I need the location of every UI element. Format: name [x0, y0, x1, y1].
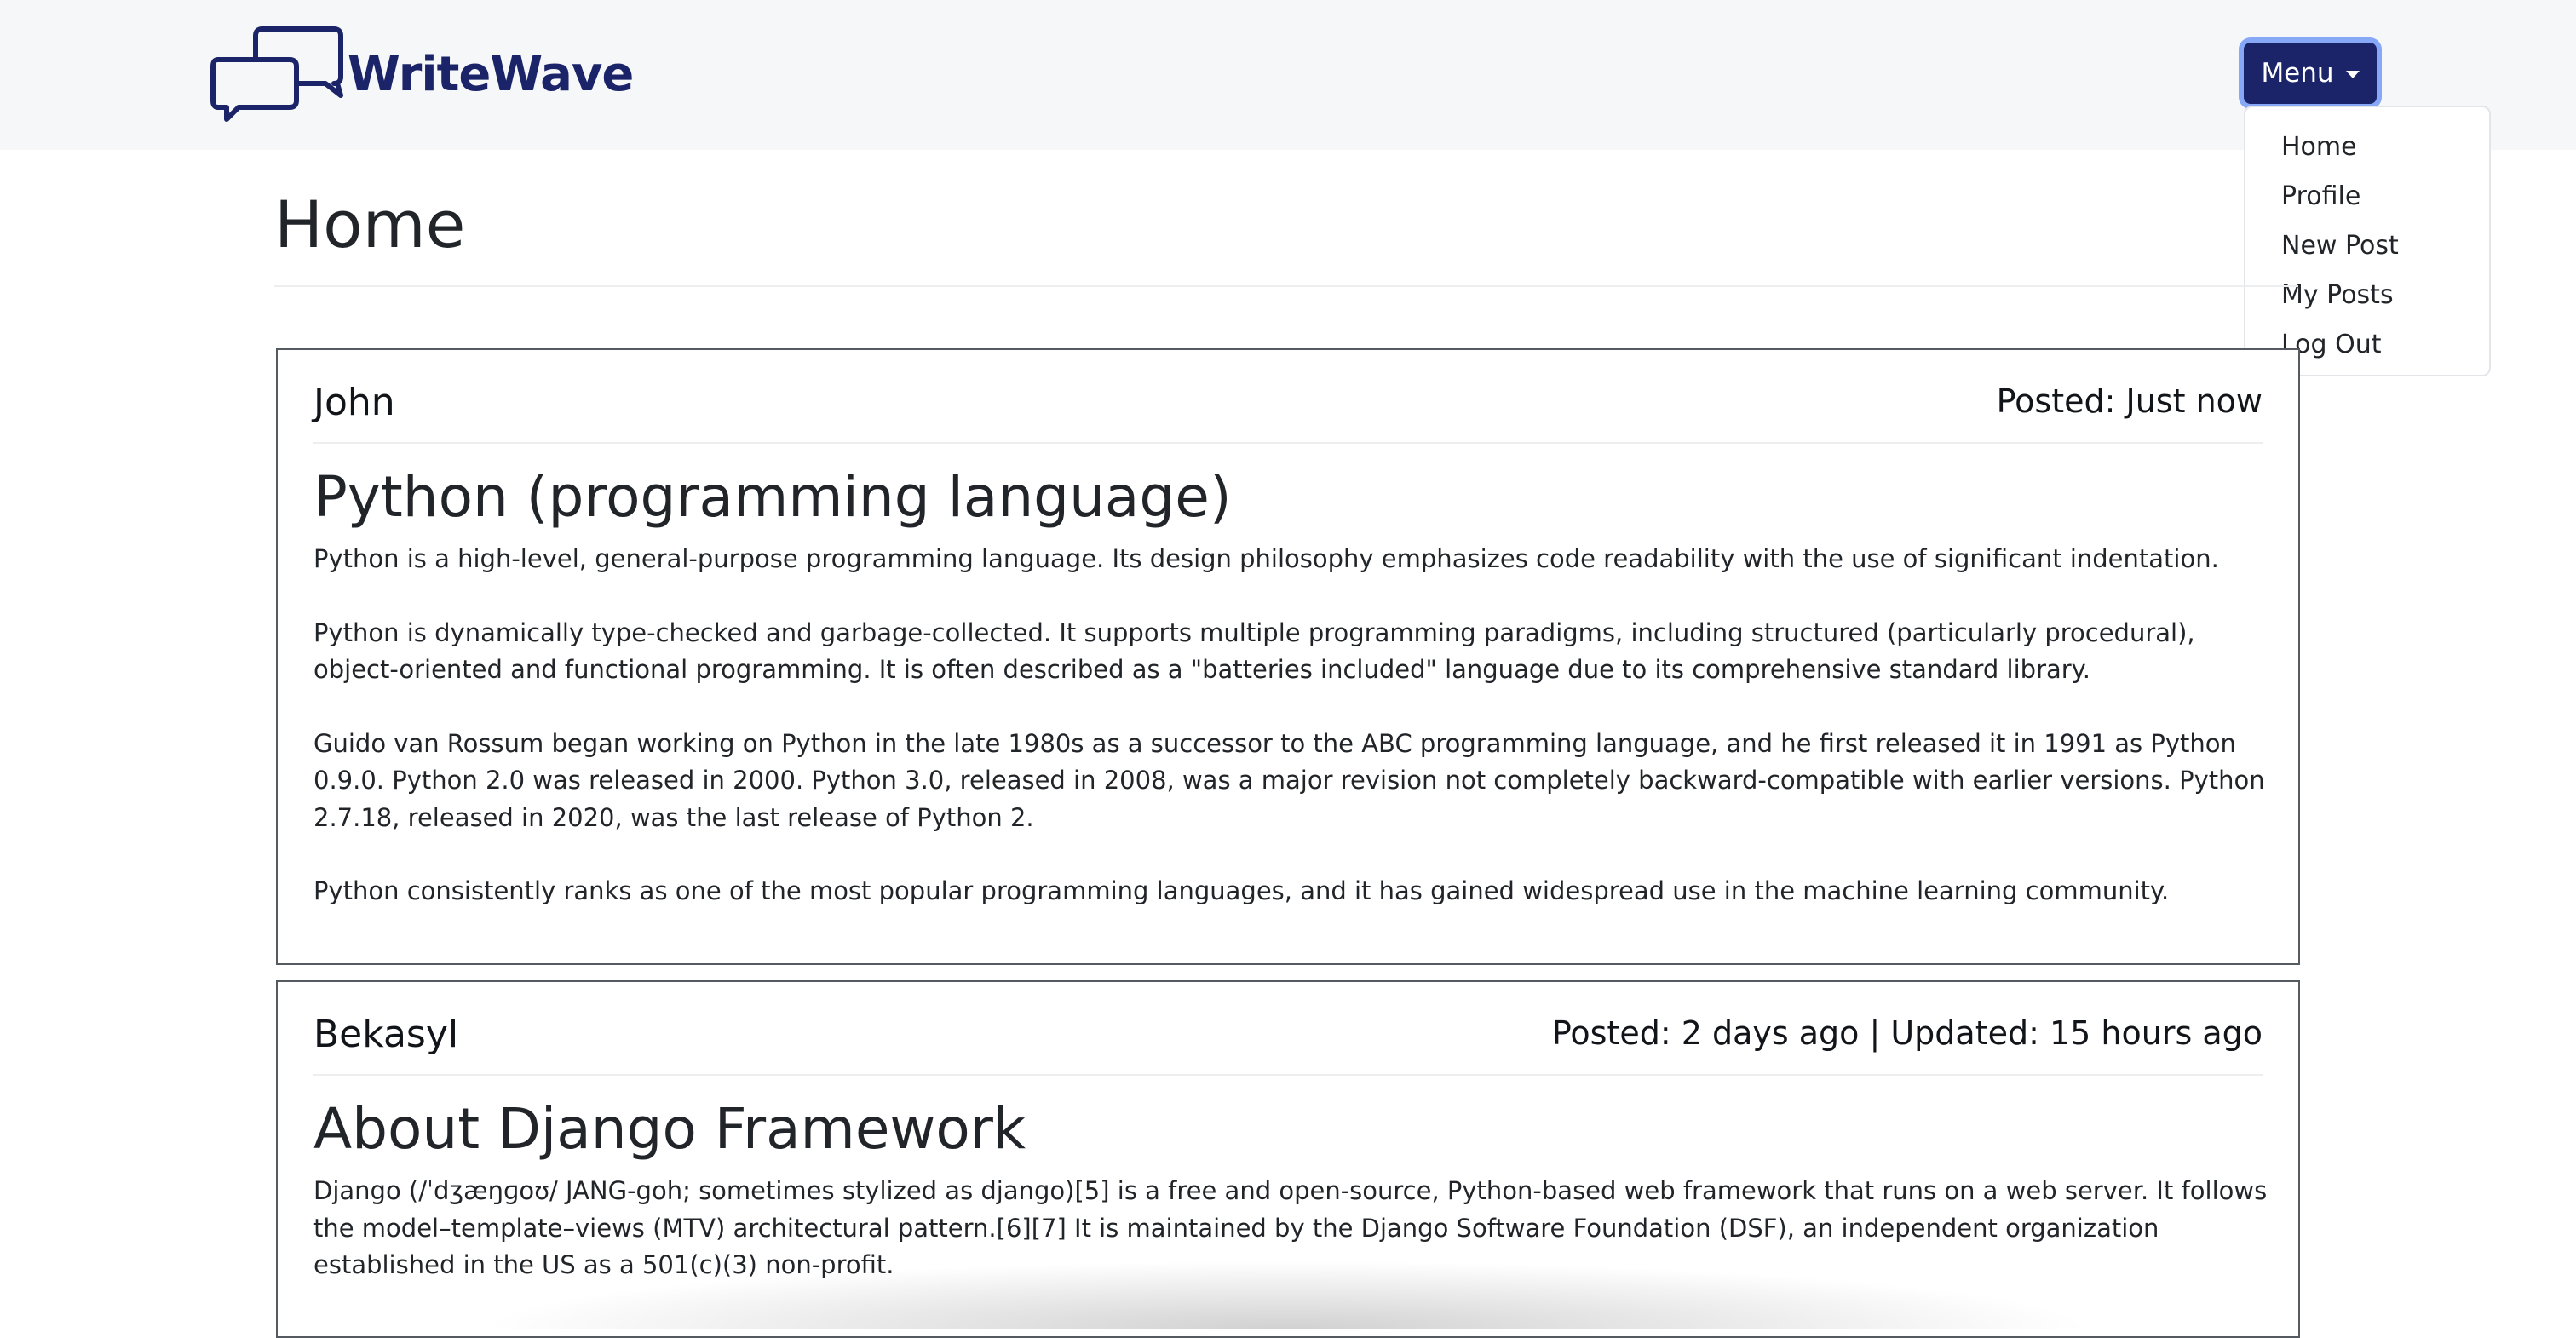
post-body: Python is a high-level, general-purpose … [313, 541, 2273, 947]
post-paragraph: Python is dynamically type-checked and g… [313, 617, 2195, 685]
post-title[interactable]: About Django Framework [313, 1091, 1026, 1168]
brand-name: WriteWave [348, 46, 634, 102]
caret-down-icon [2345, 70, 2360, 78]
brand-logo[interactable]: WriteWave [210, 24, 634, 124]
menu-button[interactable]: Menu [2244, 43, 2377, 104]
post-timestamp: Posted: Just now [1996, 382, 2263, 420]
title-divider [274, 285, 2298, 287]
post-header: Bekasyl Posted: 2 days ago | Updated: 15… [313, 982, 2263, 1076]
post-author[interactable]: Bekasyl [313, 1013, 458, 1056]
navbar: WriteWave Menu [0, 0, 2576, 150]
post-body: Django (/ˈdʒæŋɡoʊ/ JANG-goh; sometimes s… [313, 1173, 2273, 1321]
menu-item-home[interactable]: Home [2245, 123, 2489, 172]
post-title[interactable]: Python (programming language) [313, 459, 1232, 536]
post-author[interactable]: John [313, 381, 395, 424]
post-paragraph: Python is a high-level, general-purpose … [313, 544, 2219, 573]
chat-bubbles-icon [210, 26, 343, 122]
post-paragraph: Guido van Rossum began working on Python… [313, 728, 2265, 832]
post-paragraph: Python consistently ranks as one of the … [313, 876, 2170, 905]
post-paragraph: Django (/ˈdʒæŋɡoʊ/ JANG-goh; sometimes s… [313, 1176, 2268, 1279]
menu-item-new-post[interactable]: New Post [2245, 221, 2489, 271]
post-card: John Posted: Just now Python (programmin… [276, 348, 2300, 965]
page-title: Home [274, 187, 466, 262]
post-card: Bekasyl Posted: 2 days ago | Updated: 15… [276, 980, 2300, 1338]
menu-item-my-posts[interactable]: My Posts [2245, 271, 2489, 320]
menu-button-label: Menu [2261, 58, 2334, 89]
menu-item-profile[interactable]: Profile [2245, 172, 2489, 221]
post-timestamp: Posted: 2 days ago | Updated: 15 hours a… [1551, 1014, 2263, 1052]
post-header: John Posted: Just now [313, 350, 2263, 444]
menu-dropdown: Home Profile New Post My Posts Log Out [2244, 106, 2491, 376]
